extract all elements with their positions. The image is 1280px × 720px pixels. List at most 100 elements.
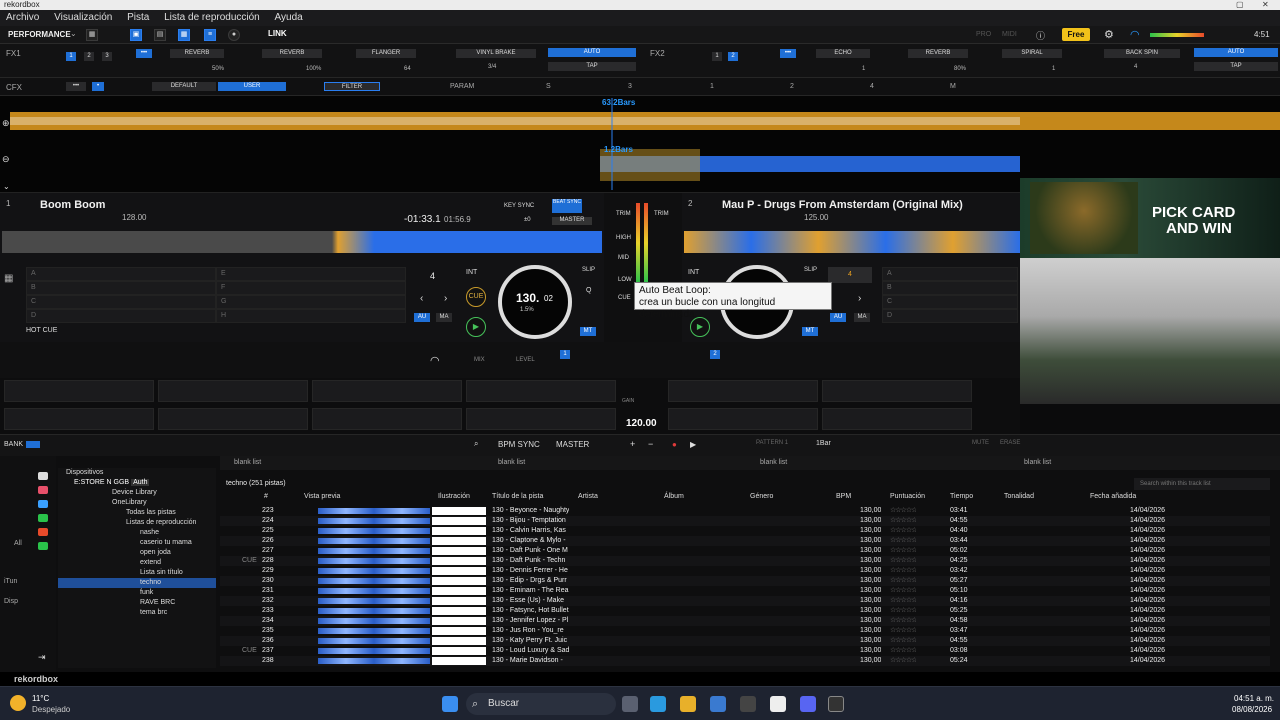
fx1-slot3[interactable]: FLANGER bbox=[356, 49, 416, 58]
deck2-mt-button[interactable]: MT bbox=[802, 327, 818, 336]
windows-start-icon[interactable] bbox=[442, 696, 458, 712]
master-button[interactable]: MASTER bbox=[556, 440, 589, 449]
playlist-item[interactable]: Lista sin título bbox=[58, 568, 216, 578]
fx2-ch1[interactable]: 1 bbox=[712, 52, 722, 61]
rating-stars[interactable]: ☆☆☆☆☆ bbox=[890, 646, 916, 656]
deck1-slip-button[interactable]: SLIP bbox=[582, 267, 595, 273]
col-time[interactable]: Tiempo bbox=[950, 493, 973, 500]
fx2-tap-button[interactable]: TAP bbox=[1194, 62, 1278, 71]
fx2-slot3[interactable]: SPIRAL bbox=[1002, 49, 1062, 58]
close-icon[interactable]: ✕ bbox=[1262, 0, 1269, 10]
cfx-filter-select[interactable]: FILTER bbox=[324, 82, 380, 91]
playlist-item[interactable]: open joda bbox=[58, 548, 216, 558]
sampler-pad[interactable] bbox=[158, 408, 308, 430]
table-row[interactable]: 238 130 - Marie Davidson - 130,00 05:24 14/0… bbox=[220, 656, 1270, 666]
deck2-hotcue-a[interactable]: A bbox=[882, 267, 1018, 281]
sampler-pad[interactable] bbox=[466, 408, 616, 430]
deck1-mt-button[interactable]: MT bbox=[580, 327, 596, 336]
table-row[interactable]: 223 130 - Beyonce - Naughty 130,00 03:41 14/… bbox=[220, 506, 1270, 516]
table-row[interactable]: 234 130 - Jennifer Lopez - Pl 130,00 04:58 1… bbox=[220, 616, 1270, 626]
document-icon[interactable] bbox=[770, 696, 786, 712]
col-genre[interactable]: Género bbox=[750, 493, 773, 500]
table-row[interactable]: 235 130 - Jus Ron - You_re 130,00 03:47 14/0… bbox=[220, 626, 1270, 636]
deck1-beat-sync-button[interactable]: BEAT SYNC bbox=[552, 199, 582, 213]
table-row[interactable]: CUE 237 130 - Loud Luxury & Sad 130,00 03:08… bbox=[220, 646, 1270, 656]
discord-icon[interactable] bbox=[800, 696, 816, 712]
playlist-item[interactable]: tema brc bbox=[58, 608, 216, 618]
preview-waveform[interactable] bbox=[318, 658, 430, 664]
hotcue-h[interactable]: H bbox=[216, 309, 406, 323]
export-icon[interactable]: ⇥ bbox=[38, 652, 46, 663]
deck2-hotcue-c[interactable]: C bbox=[882, 295, 1018, 309]
fx2-ch2[interactable]: 2 bbox=[728, 52, 738, 61]
menu-pista[interactable]: Pista bbox=[127, 12, 149, 23]
col-key[interactable]: Tonalidad bbox=[1004, 493, 1034, 500]
preview-waveform[interactable] bbox=[318, 648, 430, 654]
hotcue-d[interactable]: D bbox=[26, 309, 216, 323]
restore-icon[interactable]: ▢ bbox=[1236, 0, 1244, 10]
deck1-key-sync[interactable]: KEY SYNC bbox=[504, 203, 534, 209]
view-2deck-icon[interactable]: ▣ bbox=[130, 29, 142, 41]
deck1-loop-halve[interactable]: ‹ bbox=[420, 293, 423, 304]
deck2-loop-double[interactable]: › bbox=[858, 293, 861, 304]
tab-blank-list-1[interactable]: blank list bbox=[234, 459, 261, 466]
deck1-au-button[interactable]: AU bbox=[414, 313, 430, 322]
cfx-1[interactable]: 1 bbox=[710, 83, 714, 90]
rekordbox-taskbar-icon[interactable] bbox=[828, 696, 844, 712]
table-row[interactable]: 230 130 - Edip - Drgs & Purr 130,00 05:27 14… bbox=[220, 576, 1270, 586]
tree-devices[interactable]: Dispositivos bbox=[58, 468, 216, 478]
fx1-slot1[interactable]: REVERB bbox=[170, 49, 224, 58]
fx1-auto-button[interactable]: AUTO bbox=[548, 48, 636, 57]
tree-device-library[interactable]: Device Library bbox=[58, 488, 216, 498]
sampler-pad[interactable] bbox=[668, 380, 818, 402]
deck1-int-select[interactable]: INT bbox=[466, 269, 477, 276]
menu-visualizacion[interactable]: Visualización bbox=[54, 12, 112, 23]
hotcue-a[interactable]: A bbox=[26, 267, 216, 281]
preview-waveform[interactable] bbox=[318, 528, 430, 534]
edge-icon[interactable] bbox=[650, 696, 666, 712]
deck1-cue-button[interactable]: CUE bbox=[466, 287, 486, 307]
bank-1[interactable] bbox=[26, 441, 40, 448]
deck1-play-button[interactable]: ▶ bbox=[466, 317, 486, 337]
mix-ch1[interactable]: 1 bbox=[560, 350, 570, 359]
erase-button[interactable]: ERASE bbox=[1000, 440, 1020, 446]
rating-stars[interactable]: ☆☆☆☆☆ bbox=[890, 596, 916, 606]
rating-stars[interactable]: ☆☆☆☆☆ bbox=[890, 506, 916, 516]
sampler-pad[interactable] bbox=[822, 380, 972, 402]
rating-stars[interactable]: ☆☆☆☆☆ bbox=[890, 616, 916, 626]
grid-view-icon[interactable] bbox=[38, 472, 48, 480]
minus-icon[interactable]: − bbox=[648, 439, 653, 449]
col-preview[interactable]: Vista previa bbox=[304, 493, 340, 500]
preview-waveform[interactable] bbox=[318, 548, 430, 554]
playlist-item[interactable]: RAVE BRC bbox=[58, 598, 216, 608]
fx1-tap-button[interactable]: TAP bbox=[548, 62, 636, 71]
app-icon[interactable] bbox=[740, 696, 756, 712]
sampler-pad[interactable] bbox=[158, 380, 308, 402]
table-row[interactable]: 233 130 - Fatsync, Hot Bullet 130,00 05:25 1… bbox=[220, 606, 1270, 616]
taskbar-search[interactable]: ⌕ Buscar bbox=[466, 693, 616, 715]
rating-stars[interactable]: ☆☆☆☆☆ bbox=[890, 586, 916, 596]
collapse-chevron-icon[interactable]: ⌄ bbox=[3, 182, 10, 191]
sampler-pad[interactable] bbox=[466, 380, 616, 402]
rating-stars[interactable]: ☆☆☆☆☆ bbox=[890, 546, 916, 556]
table-row[interactable]: 229 130 - Dennis Ferrer - He 130,00 03:42 14… bbox=[220, 566, 1270, 576]
deck2-slip-button[interactable]: SLIP bbox=[804, 267, 817, 273]
track-search-input[interactable]: Search within this track list bbox=[1134, 478, 1270, 490]
soundcloud-icon[interactable] bbox=[38, 528, 48, 536]
fx2-slot1[interactable]: ECHO bbox=[816, 49, 870, 58]
col-artwork[interactable]: Ilustración bbox=[438, 493, 470, 500]
fx1-menu-button[interactable]: ••• bbox=[136, 49, 152, 58]
search-icon[interactable]: ⌕ bbox=[474, 439, 478, 449]
table-row[interactable]: 236 130 - Katy Perry Ft. Juic 130,00 04:55 1… bbox=[220, 636, 1270, 646]
table-row[interactable]: CUE 228 130 - Daft Punk - Techn 130,00 04:25… bbox=[220, 556, 1270, 566]
cfx-default-button[interactable]: DEFAULT bbox=[152, 82, 216, 91]
cfx-toggle[interactable]: • bbox=[92, 82, 104, 91]
table-row[interactable]: 231 130 - Eminam - The Rea 130,00 05:10 14/0… bbox=[220, 586, 1270, 596]
bpm-sync-button[interactable]: BPM SYNC bbox=[498, 440, 540, 449]
plus-icon[interactable]: + bbox=[630, 439, 635, 449]
cfx-2[interactable]: 2 bbox=[790, 83, 794, 90]
deck2-overview-waveform[interactable] bbox=[684, 231, 1020, 253]
sampler-pad[interactable] bbox=[312, 380, 462, 402]
preview-waveform[interactable] bbox=[318, 588, 430, 594]
layout-icon[interactable]: ▦ bbox=[86, 29, 98, 41]
